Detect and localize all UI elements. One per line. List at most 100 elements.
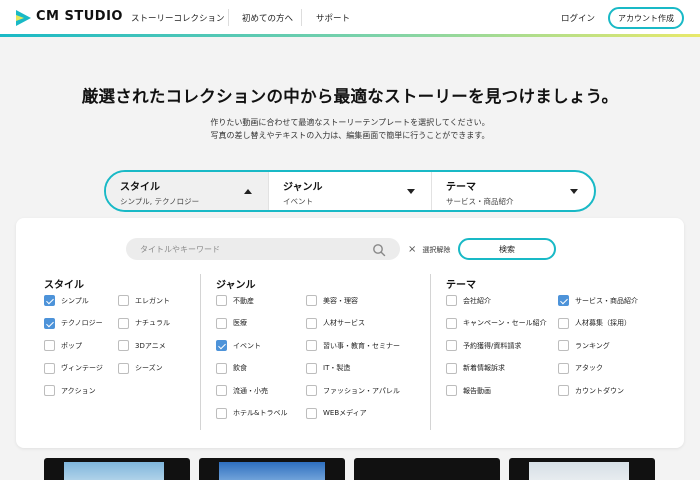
- option-label: アクション: [61, 386, 96, 395]
- checkbox[interactable]: [306, 362, 317, 374]
- checkbox[interactable]: [306, 340, 317, 351]
- checkbox[interactable]: [446, 385, 457, 396]
- logo-text[interactable]: CM STUDIO: [36, 9, 123, 24]
- option-checkbox-item[interactable]: ファッション・アパレル: [306, 385, 400, 396]
- checkbox[interactable]: [306, 385, 317, 396]
- checkbox[interactable]: [446, 362, 457, 374]
- checkbox[interactable]: [118, 340, 129, 351]
- option-checkbox-item[interactable]: シンプル: [44, 295, 89, 306]
- filter-style[interactable]: スタイル シンプル, テクノロジー: [106, 172, 268, 210]
- option-checkbox-item[interactable]: ホテル&トラベル: [216, 407, 288, 419]
- option-checkbox-item[interactable]: 3Dアニメ: [118, 340, 166, 351]
- checkbox[interactable]: [558, 340, 569, 351]
- checkbox-checked[interactable]: [44, 317, 55, 329]
- filter-genre[interactable]: ジャンル イベント: [268, 172, 431, 210]
- search-icon[interactable]: [372, 243, 386, 257]
- checkbox[interactable]: [446, 295, 457, 306]
- option-checkbox-item[interactable]: 新着情報訴求: [446, 362, 505, 374]
- checkbox[interactable]: [306, 407, 317, 419]
- caret-down-icon: [407, 189, 415, 194]
- checkbox[interactable]: [118, 295, 129, 306]
- story-thumbnail[interactable]: [509, 458, 655, 480]
- option-checkbox-item[interactable]: シーズン: [118, 362, 163, 374]
- story-thumbnail[interactable]: [44, 458, 190, 480]
- checkbox[interactable]: [118, 317, 129, 329]
- option-checkbox-item[interactable]: イベント: [216, 340, 261, 351]
- option-checkbox-item[interactable]: ポップ: [44, 340, 82, 351]
- option-checkbox-item[interactable]: IT・製造: [306, 362, 350, 374]
- option-label: 美容・理容: [323, 296, 358, 305]
- column-title-theme: テーマ: [446, 280, 476, 291]
- checkbox-checked[interactable]: [216, 340, 227, 351]
- option-checkbox-item[interactable]: アタック: [558, 362, 603, 374]
- checkbox[interactable]: [216, 362, 227, 374]
- option-checkbox-item[interactable]: 人材募集（採用）: [558, 317, 631, 329]
- option-checkbox-item[interactable]: 報告動画: [446, 385, 491, 396]
- option-label: ナチュラル: [135, 319, 170, 327]
- login-link[interactable]: ログイン: [561, 12, 595, 24]
- checkbox-checked[interactable]: [44, 295, 55, 306]
- checkbox[interactable]: [44, 340, 55, 351]
- checkbox[interactable]: [306, 295, 317, 306]
- option-checkbox-item[interactable]: 流通・小売: [216, 385, 268, 396]
- checkbox[interactable]: [44, 362, 55, 374]
- checkbox[interactable]: [446, 317, 457, 329]
- option-label: ホテル&トラベル: [233, 409, 288, 417]
- create-account-button[interactable]: アカウント作成: [608, 7, 684, 29]
- option-label: エレガント: [135, 296, 170, 305]
- clear-selection-button[interactable]: × 選択解除: [408, 245, 450, 255]
- option-checkbox-item[interactable]: 医療: [216, 317, 247, 329]
- option-checkbox-item[interactable]: カウントダウン: [558, 385, 624, 396]
- option-checkbox-item[interactable]: 予約獲得/資料請求: [446, 340, 521, 351]
- option-label: 報告動画: [463, 386, 491, 395]
- option-label: キャンペーン・セール紹介: [463, 319, 547, 327]
- checkbox[interactable]: [216, 407, 227, 419]
- option-checkbox-item[interactable]: アクション: [44, 385, 96, 396]
- option-checkbox-item[interactable]: サービス・商品紹介: [558, 295, 638, 306]
- option-checkbox-item[interactable]: テクノロジー: [44, 317, 103, 329]
- checkbox[interactable]: [216, 317, 227, 329]
- option-checkbox-item[interactable]: 飲食: [216, 362, 247, 374]
- checkbox-checked[interactable]: [558, 295, 569, 306]
- close-icon: ×: [408, 244, 417, 255]
- option-checkbox-item[interactable]: 美容・理容: [306, 295, 358, 306]
- option-checkbox-item[interactable]: エレガント: [118, 295, 170, 306]
- option-checkbox-item[interactable]: ナチュラル: [118, 317, 170, 329]
- option-checkbox-item[interactable]: 不動産: [216, 295, 254, 306]
- nav-story-collection[interactable]: ストーリーコレクション: [131, 12, 225, 24]
- nav-divider: [228, 9, 229, 26]
- option-checkbox-item[interactable]: キャンペーン・セール紹介: [446, 317, 547, 329]
- checkbox[interactable]: [446, 340, 457, 351]
- search-input[interactable]: [126, 238, 400, 260]
- option-checkbox-item[interactable]: 人材サービス: [306, 317, 365, 329]
- checkbox[interactable]: [44, 385, 55, 396]
- site-header: CM STUDIO ストーリーコレクション 初めての方へ サポート ログイン ア…: [0, 0, 700, 36]
- option-label: ヴィンテージ: [61, 364, 103, 372]
- filter-panel: × 選択解除 検索 スタイル ジャンル テーマ シンプル エレガントテクノロジー ナ…: [16, 218, 684, 448]
- option-checkbox-item[interactable]: WEBメディア: [306, 407, 367, 419]
- story-thumbnail[interactable]: [354, 458, 500, 480]
- option-checkbox-item[interactable]: 習い事・教育・セミナー: [306, 340, 400, 351]
- checkbox[interactable]: [118, 362, 129, 374]
- option-label: 人材サービス: [323, 319, 365, 327]
- checkbox[interactable]: [558, 385, 569, 396]
- option-label: 流通・小売: [233, 386, 268, 395]
- story-thumbnail[interactable]: [199, 458, 345, 480]
- checkbox[interactable]: [216, 385, 227, 396]
- search-button[interactable]: 検索: [458, 238, 556, 260]
- checkbox[interactable]: [558, 362, 569, 374]
- column-title-style: スタイル: [44, 280, 84, 291]
- nav-first-time[interactable]: 初めての方へ: [242, 12, 293, 24]
- filter-genre-value: イベント: [283, 197, 313, 206]
- filter-theme[interactable]: テーマ サービス・商品紹介: [431, 172, 594, 210]
- logo-icon[interactable]: [14, 9, 32, 27]
- page-subtitle-1: 作りたい動画に合わせて最適なストーリーテンプレートを選択してください。: [210, 118, 490, 127]
- option-checkbox-item[interactable]: ヴィンテージ: [44, 362, 103, 374]
- nav-support[interactable]: サポート: [316, 12, 350, 24]
- checkbox[interactable]: [306, 317, 317, 329]
- option-checkbox-item[interactable]: 会社紹介: [446, 295, 491, 306]
- option-checkbox-item[interactable]: ランキング: [558, 340, 610, 351]
- checkbox[interactable]: [216, 295, 227, 306]
- checkbox[interactable]: [558, 317, 569, 329]
- option-label: サービス・商品紹介: [575, 296, 638, 305]
